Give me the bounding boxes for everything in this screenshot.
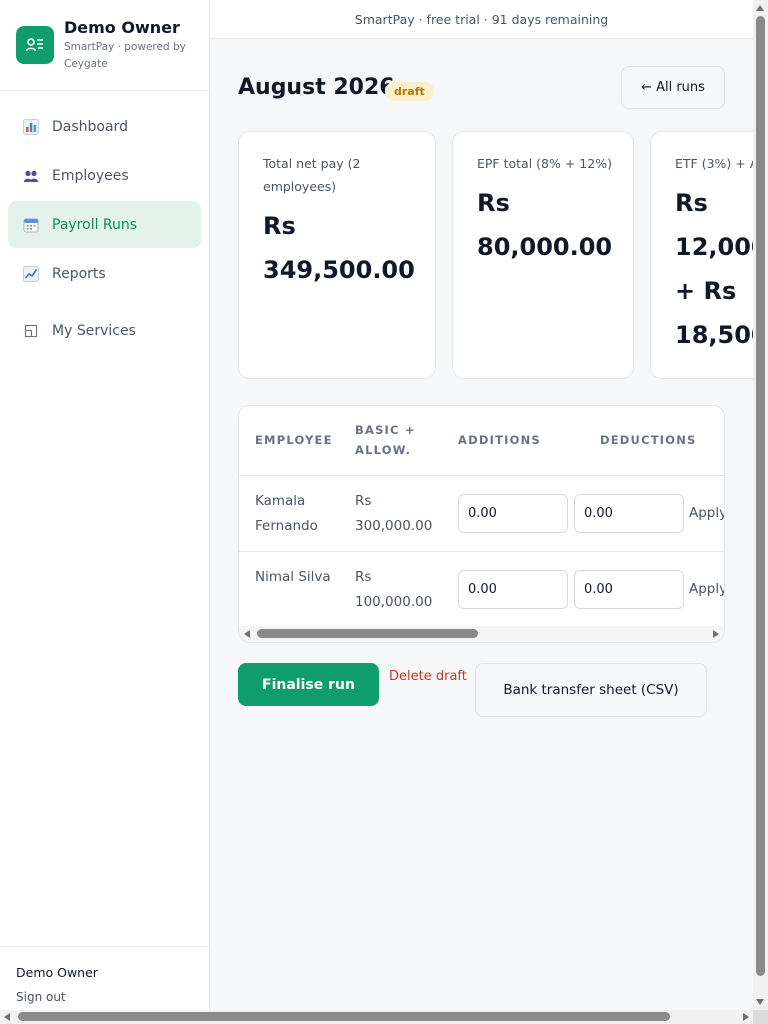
finalise-run-button[interactable]: Finalise run: [238, 663, 379, 706]
deductions-input[interactable]: [574, 494, 684, 533]
payroll-table: EMPLOYEE BASIC + ALLOW. ADDITIONS DEDUCT…: [238, 405, 725, 643]
services-icon: [22, 322, 40, 340]
card-label: Total net pay (2 employees): [263, 156, 361, 194]
card-value: Rs 12,000.00 + Rs 18,500.00: [675, 189, 753, 349]
scrollbar-thumb[interactable]: [257, 629, 478, 638]
brand-name: Demo Owner: [64, 18, 180, 37]
deductions-input[interactable]: [574, 570, 684, 609]
sidebar-item-label: Dashboard: [52, 118, 128, 135]
delete-draft-link[interactable]: Delete draft: [389, 669, 467, 684]
scroll-right-icon[interactable]: [713, 630, 719, 638]
scrollbar-thumb[interactable]: [18, 1012, 670, 1021]
scroll-left-icon[interactable]: [244, 630, 250, 638]
sign-out-link[interactable]: Sign out: [16, 990, 193, 1004]
page-vertical-scrollbar[interactable]: [753, 0, 768, 1010]
scroll-right-icon[interactable]: [743, 1013, 749, 1021]
line-chart-icon: [22, 265, 40, 283]
additions-input[interactable]: [458, 494, 568, 533]
sidebar-item-my-services[interactable]: My Services: [8, 307, 201, 354]
scroll-left-icon[interactable]: [4, 1013, 10, 1021]
brand-header: Demo Owner SmartPay · powered by Ceygate: [0, 0, 209, 91]
additions-input[interactable]: [458, 570, 568, 609]
table-header: EMPLOYEE BASIC + ALLOW. ADDITIONS DEDUCT…: [239, 406, 724, 476]
sidebar-item-employees[interactable]: Employees: [8, 152, 201, 199]
page-title: August 2026: [238, 75, 395, 100]
basic-amount: Rs 300,000.00: [355, 493, 433, 534]
sidebar-item-dashboard[interactable]: Dashboard: [8, 103, 201, 150]
calendar-icon: [22, 216, 40, 234]
sidebar-item-label: My Services: [52, 322, 136, 339]
summary-card-net-pay: Total net pay (2 employees) Rs 349,500.0…: [238, 131, 436, 379]
employee-name: Nimal Silva: [255, 569, 331, 585]
card-label: EPF total (8% + 12%): [477, 156, 612, 171]
sidebar-item-payroll-runs[interactable]: Payroll Runs: [8, 201, 201, 248]
basic-amount: Rs 100,000.00: [355, 569, 433, 610]
trial-banner: SmartPay · free trial · 91 days remainin…: [210, 0, 753, 39]
main-content: August 2026 draft ← All runs Total net p…: [210, 39, 753, 1010]
sidebar-footer: Demo Owner Sign out: [0, 946, 209, 1010]
column-header-employee: EMPLOYEE: [255, 433, 333, 447]
scrollbar-thumb[interactable]: [756, 16, 765, 976]
column-header-additions: ADDITIONS: [458, 433, 541, 447]
card-value: Rs 349,500.00: [263, 212, 415, 284]
scroll-up-icon[interactable]: [756, 5, 764, 11]
bank-transfer-csv-button[interactable]: Bank transfer sheet (CSV): [475, 663, 707, 717]
column-header-basic: BASIC + ALLOW.: [355, 423, 416, 457]
summary-card-etf: ETF (3%) + APIT Rs 12,000.00 + Rs 18,500…: [650, 131, 753, 379]
all-runs-button[interactable]: ← All runs: [621, 66, 725, 109]
sidebar-item-reports[interactable]: Reports: [8, 250, 201, 297]
table-horizontal-scrollbar[interactable]: [239, 626, 724, 642]
apply-link[interactable]: Apply: [689, 581, 724, 597]
id-card-icon: [16, 26, 54, 64]
table-row: Kamala Fernando Rs 300,000.00 Apply: [239, 476, 724, 552]
bar-chart-icon: [22, 118, 40, 136]
sidebar-item-label: Reports: [52, 265, 106, 282]
people-icon: [22, 167, 40, 185]
card-label: ETF (3%) + APIT: [675, 156, 753, 171]
sidebar-nav: Dashboard Employees Payroll Runs Reports…: [0, 91, 209, 354]
page-horizontal-scrollbar[interactable]: [0, 1010, 753, 1024]
user-name: Demo Owner: [16, 965, 98, 980]
apply-link[interactable]: Apply: [689, 505, 724, 521]
table-row: Nimal Silva Rs 100,000.00 Apply: [239, 552, 724, 628]
scroll-down-icon[interactable]: [756, 999, 764, 1005]
status-badge: draft: [385, 82, 434, 101]
sidebar-item-label: Payroll Runs: [52, 216, 138, 233]
column-header-deductions: DEDUCTIONS: [600, 433, 697, 447]
employee-name: Kamala Fernando: [255, 493, 318, 534]
sidebar-item-label: Employees: [52, 167, 129, 184]
brand-subtitle: SmartPay · powered by Ceygate: [64, 41, 186, 70]
card-value: Rs 80,000.00: [477, 189, 613, 261]
scrollbar-corner: [753, 1010, 768, 1024]
sidebar: Demo Owner SmartPay · powered by Ceygate…: [0, 0, 210, 1010]
summary-card-epf: EPF total (8% + 12%) Rs 80,000.00: [452, 131, 634, 379]
